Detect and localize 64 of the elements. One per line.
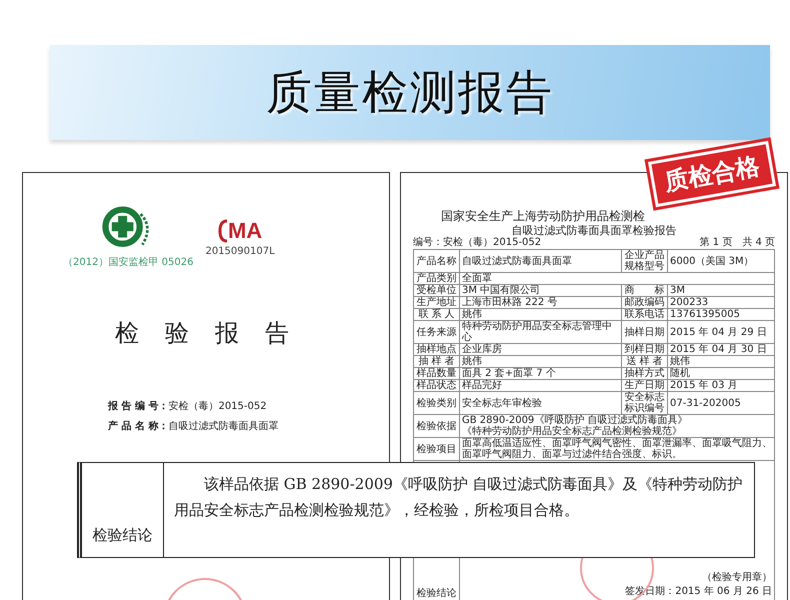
table-cell: 3M (668, 284, 774, 296)
seal-caption: （检验专用章） (701, 571, 772, 585)
table-cell: 特种劳动防护用品安全标志管理中心 (460, 320, 622, 344)
report-subheading: 自吸过滤式防毒面具面罩检验报告 (510, 224, 678, 237)
table-cell: 企业产品规格型号 (622, 250, 668, 272)
table-cell: 抽样地点 (414, 344, 460, 356)
table-cell: 生产日期 (622, 380, 668, 392)
table-cell: 抽样方式 (622, 368, 668, 380)
page-title: 质量检测报告 (266, 64, 554, 120)
table-cell: 样品数量 (414, 368, 460, 380)
table-cell: 13761395005 (668, 308, 774, 320)
table-cell: 姚伟 (668, 356, 774, 368)
table-cell: 检验结论 (416, 588, 456, 599)
table-cell: 随机 (668, 368, 774, 380)
table-cell: 检验依据 (414, 414, 460, 438)
table-cell: 产品名称 (414, 250, 460, 272)
table-cell: 邮政编码 (622, 296, 668, 308)
report-title: 检验报告 (115, 318, 316, 349)
logo-caption: 2015090107L (205, 246, 275, 257)
table-cell: 检验类别 (414, 392, 460, 414)
table-cell: 生产地址 (414, 296, 460, 308)
table-cell: 自吸过滤式防毒面具面罩 (460, 250, 622, 272)
conclusion-label: 检验结论 (92, 526, 152, 545)
cma-logo: MA (218, 219, 262, 243)
table-cell: 姚伟 (460, 308, 622, 320)
table-cell: 2015 年 04 月 29 日 (668, 320, 774, 344)
table-cell: 3M 中国有限公司 (460, 284, 622, 296)
table-cell: 6000（美国 3M） (668, 250, 774, 272)
table-cell: 联系电话 (622, 308, 668, 320)
table-cell: 送 样 者 (622, 356, 668, 368)
table-cell: 2015 年 03 月 (668, 380, 774, 392)
table-cell: 样品完好 (460, 380, 622, 392)
table-cell: 面罩高低温适应性、面罩呼气阀气密性、面罩泄漏率、面罩吸气阻力、面罩呼气阀阻力、面罩与过滤件结合强度、标识。 (460, 438, 774, 460)
table-cell: 任务来源 (414, 320, 460, 344)
table-cell: 上海市田林路 222 号 (460, 296, 622, 308)
table-cell: 样品状态 (414, 380, 460, 392)
table-cell: 联 系 人 (414, 308, 460, 320)
table-cell: 到样日期 (622, 344, 668, 356)
table-cell: 安全标志年审检验 (460, 392, 622, 414)
table-cell: 商 标 (622, 284, 668, 296)
field-value: 安检（毒）2015-052 (168, 401, 267, 412)
table-cell: 姚伟 (460, 356, 622, 368)
field-label: 产 品 名 称： (108, 421, 168, 432)
field-label: 报 告 编 号： (108, 401, 168, 412)
table-cell: 200233 (668, 296, 774, 308)
conclusion-text: 该样品依据 GB 2890-2009《呼吸防护 自吸过滤式防毒面具》及《特种劳动防护用品安全标志产品检测检验规范》，经检验，所检项目合格。 (174, 475, 743, 519)
approval-stamp: 质检合格 (648, 140, 776, 208)
table-cell: 企业库房 (460, 344, 622, 356)
table-cell: 全面罩 (460, 272, 774, 284)
table-cell: 2015 年 04 月 30 日 (668, 344, 774, 356)
table-cell: 抽样日期 (622, 320, 668, 344)
table-cell: 抽 样 者 (414, 356, 460, 368)
field-value: 自吸过滤式防毒面具面罩 (168, 421, 278, 432)
report-heading: 国家安全生产上海劳动防护用品检测检 (440, 209, 646, 224)
table-cell: 07-31-202005 (668, 392, 774, 414)
table-cell: 面具 2 套+面罩 7 个 (460, 368, 622, 380)
page-number: 第 1 页 共 4 页 (700, 237, 775, 249)
report-number: 编号：安检（毒）2015-052 (413, 237, 542, 249)
logo-caption: （2012）国安监检甲 05026 (63, 256, 194, 269)
table-cell: 受检单位 (414, 284, 460, 296)
table-cell: 产品类别 (414, 272, 460, 284)
table-cell: 安全标志标识编号 (622, 392, 668, 414)
table-cell: 检验项目 (414, 438, 460, 460)
table-cell: GB 2890-2009《呼吸防护 自吸过滤式防毒面具》 《特种劳动防护用品安全标志产品检测检验规范》 (460, 414, 774, 438)
